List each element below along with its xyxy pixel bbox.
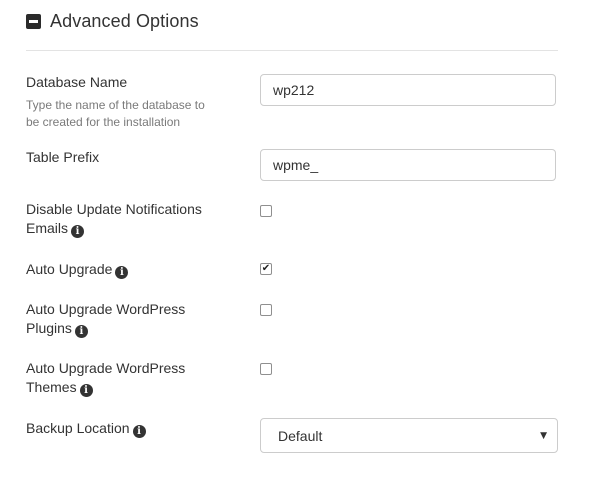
disable-update-notifications-label-line1: Disable Update Notifications: [26, 201, 202, 217]
info-icon[interactable]: i: [74, 325, 88, 338]
disable-update-notifications-checkbox[interactable]: [260, 205, 272, 217]
auto-upgrade-themes-label-line2: Themes i: [26, 378, 93, 397]
table-prefix-label: Table Prefix: [26, 149, 100, 165]
advanced-options-header[interactable]: Advanced Options: [26, 8, 199, 34]
info-icon[interactable]: i: [71, 225, 85, 238]
auto-upgrade-plugins-label-line2: Plugins i: [26, 319, 88, 338]
backup-location-select[interactable]: Default ▼: [260, 418, 558, 453]
section-title: Advanced Options: [50, 10, 199, 31]
caret-down-icon: ▼: [540, 430, 547, 441]
backup-location-label: Backup Location i: [26, 419, 146, 438]
info-icon[interactable]: i: [132, 425, 146, 438]
auto-upgrade-plugins-label-line1: Auto Upgrade WordPress: [26, 301, 186, 317]
info-icon[interactable]: i: [115, 266, 129, 279]
label-text: Auto Upgrade: [26, 261, 113, 277]
database-name-help-line1: Type the name of the database to: [26, 98, 205, 112]
info-icon[interactable]: i: [79, 384, 93, 397]
table-prefix-input[interactable]: [260, 149, 556, 181]
auto-upgrade-label: Auto Upgrade i: [26, 260, 129, 279]
auto-upgrade-themes-label-line1: Auto Upgrade WordPress: [26, 360, 186, 376]
auto-upgrade-themes-checkbox[interactable]: [260, 363, 272, 375]
database-name-help-line2: be created for the installation: [26, 115, 181, 129]
collapse-minus-icon[interactable]: [26, 13, 41, 29]
backup-location-selected-value: Default: [278, 427, 323, 444]
disable-update-notifications-label-line2: Emails i: [26, 219, 85, 238]
label-text: Emails: [26, 220, 69, 236]
database-name-input[interactable]: [260, 74, 556, 106]
label-text: Backup Location: [26, 420, 130, 436]
database-name-label: Database Name: [26, 74, 128, 90]
label-text: Plugins: [26, 320, 72, 336]
auto-upgrade-checkbox[interactable]: ✔: [260, 263, 272, 275]
divider: [26, 50, 558, 51]
label-text: Themes: [26, 379, 77, 395]
checkmark-icon: ✔: [261, 263, 271, 274]
auto-upgrade-plugins-checkbox[interactable]: [260, 304, 272, 316]
